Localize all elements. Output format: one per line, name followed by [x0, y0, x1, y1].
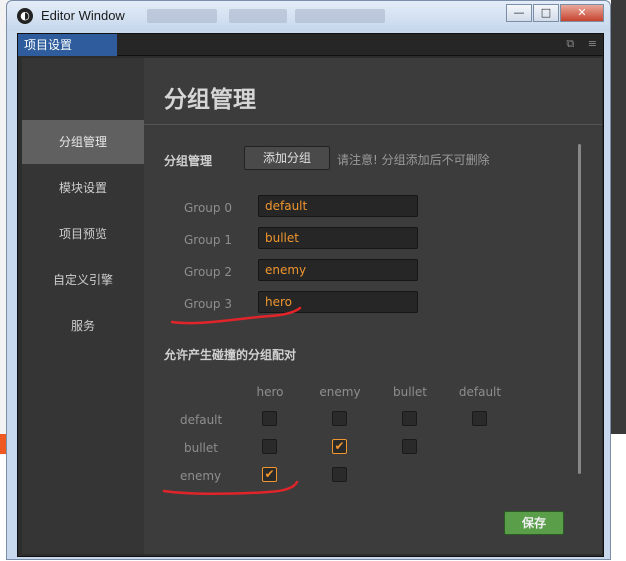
menu-icon[interactable]: ≡ — [588, 37, 597, 50]
group-name-input[interactable]: bullet — [258, 227, 418, 249]
collision-checkbox[interactable] — [402, 439, 417, 454]
warning-note: 请注意! 分组添加后不可删除 — [337, 153, 490, 167]
background-light-strip — [611, 434, 626, 561]
editor-window: ◐ Editor Window — □ ✕ 项目设置 ⧉ ≡ 分组管理 模块设置… — [6, 0, 611, 560]
sidebar-item-custom-engine[interactable]: 自定义引擎 — [22, 258, 144, 302]
matrix-row-label: default — [180, 413, 223, 427]
group-label: Group 3 — [184, 297, 232, 311]
sidebar: 分组管理 模块设置 项目预览 自定义引擎 服务 — [22, 58, 144, 554]
app-icon: ◐ — [17, 8, 33, 24]
matrix-column-header: hero — [256, 385, 284, 399]
save-button[interactable]: 保存 — [504, 511, 564, 535]
matrix-column-header: bullet — [393, 385, 427, 399]
tab-bar: 项目设置 ⧉ ≡ — [18, 34, 603, 56]
sidebar-item-project-preview[interactable]: 项目预览 — [22, 212, 144, 256]
blurred-region — [295, 9, 385, 23]
page-title: 分组管理 — [164, 87, 256, 113]
collision-checkbox[interactable] — [402, 411, 417, 426]
collision-checkbox[interactable] — [332, 411, 347, 426]
maximize-button[interactable]: □ — [533, 4, 559, 22]
blurred-region — [147, 9, 217, 23]
group-label: Group 1 — [184, 233, 232, 247]
collision-checkbox[interactable] — [332, 467, 347, 482]
minimize-button[interactable]: — — [506, 4, 532, 22]
collision-checkbox[interactable] — [262, 439, 277, 454]
window-title: Editor Window — [41, 8, 125, 23]
collision-checkbox[interactable] — [472, 411, 487, 426]
matrix-row-label: enemy — [180, 469, 222, 483]
title-divider — [144, 124, 602, 125]
settings-panel: 分组管理 模块设置 项目预览 自定义引擎 服务 分组管理 分组管理 添加分组 请… — [22, 58, 602, 554]
matrix-row-label: bullet — [184, 441, 218, 455]
group-section-label: 分组管理 — [164, 154, 213, 168]
add-group-button[interactable]: 添加分组 — [244, 146, 330, 170]
collision-section-label: 允许产生碰撞的分组配对 — [164, 348, 297, 362]
main-content: 分组管理 分组管理 添加分组 请注意! 分组添加后不可删除 Group 0 de… — [144, 58, 602, 554]
scrollbar[interactable] — [578, 144, 581, 474]
sidebar-item-services[interactable]: 服务 — [22, 304, 144, 348]
blurred-region — [229, 9, 287, 23]
sidebar-item-module-settings[interactable]: 模块设置 — [22, 166, 144, 210]
title-bar[interactable]: ◐ Editor Window — □ ✕ — [7, 1, 610, 31]
editor-area: 项目设置 ⧉ ≡ 分组管理 模块设置 项目预览 自定义引擎 服务 分组管理 分组… — [17, 33, 604, 557]
popout-icon[interactable]: ⧉ — [566, 37, 574, 50]
matrix-column-header: enemy — [319, 385, 361, 399]
group-name-input[interactable]: hero — [258, 291, 418, 313]
tab-project-settings[interactable]: 项目设置 — [18, 34, 117, 56]
group-label: Group 0 — [184, 201, 232, 215]
close-button[interactable]: ✕ — [560, 4, 604, 22]
tab-bar-icons: ⧉ ≡ — [556, 37, 597, 51]
collision-checkbox[interactable]: ✔ — [332, 439, 347, 454]
collision-checkbox[interactable] — [262, 411, 277, 426]
sidebar-item-group-management[interactable]: 分组管理 — [22, 120, 144, 164]
window-controls: — □ ✕ — [505, 4, 604, 22]
group-name-input[interactable]: default — [258, 195, 418, 217]
group-label: Group 2 — [184, 265, 232, 279]
group-name-input[interactable]: enemy — [258, 259, 418, 281]
collision-checkbox[interactable]: ✔ — [262, 467, 277, 482]
matrix-column-header: default — [458, 385, 502, 399]
